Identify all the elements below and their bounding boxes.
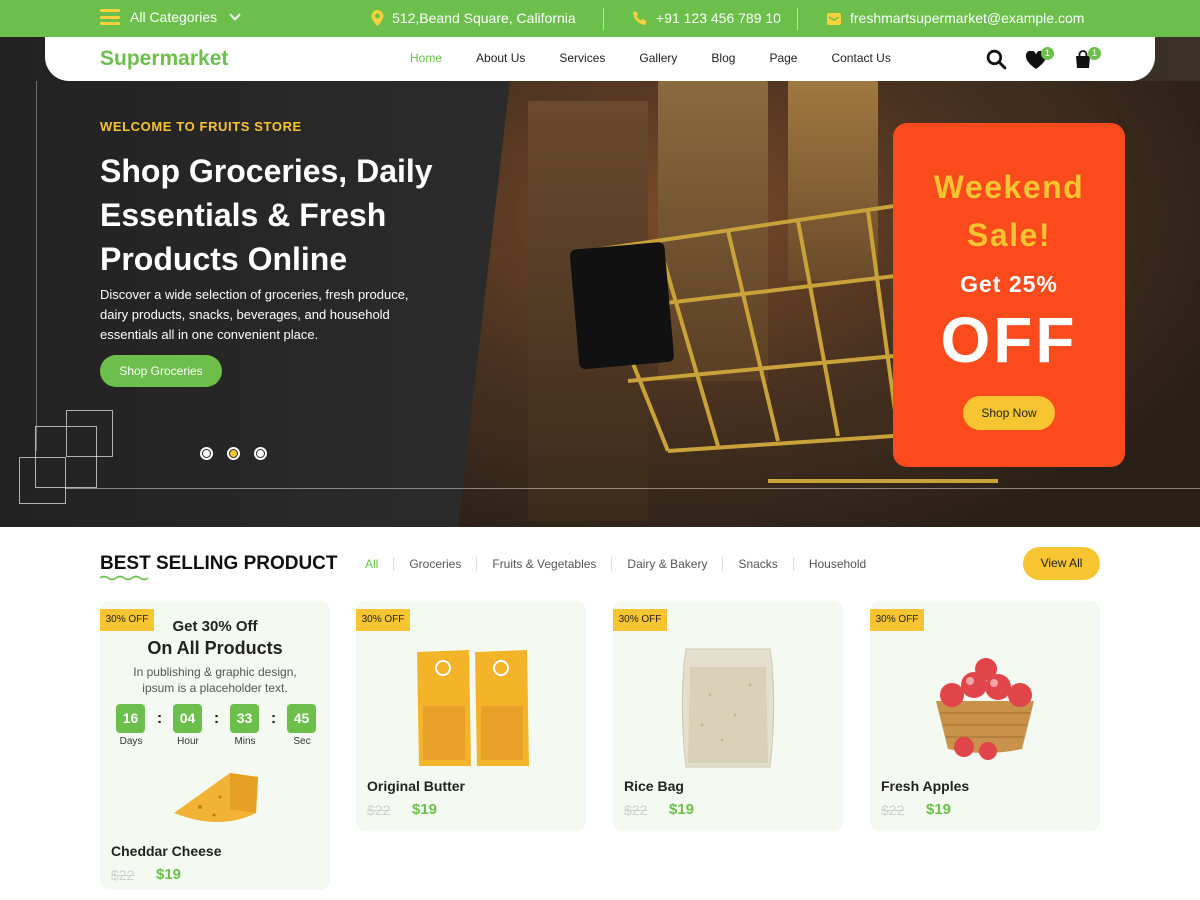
nav-item-contact[interactable]: Contact Us	[831, 51, 890, 65]
countdown-minutes-label: Mins	[234, 736, 256, 747]
sale-off-text: OFF	[940, 304, 1078, 376]
countdown-seconds-label: Sec	[293, 736, 311, 747]
main-navbar: Supermarket Home About Us Services Galle…	[45, 37, 1155, 81]
menu-icon	[100, 9, 120, 25]
site-logo[interactable]: Supermarket	[100, 47, 228, 71]
title-underline-decoration	[100, 575, 149, 581]
location-pin-icon	[371, 10, 384, 26]
product-name[interactable]: Fresh Apples	[881, 778, 969, 794]
product-price: $19	[412, 801, 438, 818]
product-name[interactable]: Original Butter	[367, 778, 465, 794]
countdown-timer: 16 Days : 04 Hour : 33 Mins : 45 Sec	[116, 704, 317, 747]
nav-item-home[interactable]: Home	[410, 51, 442, 65]
product-filters: All Groceries Fruits & Vegetables Dairy …	[365, 557, 881, 571]
main-menu: Home About Us Services Gallery Blog Page…	[410, 51, 891, 65]
product-price: $19	[156, 866, 182, 883]
product-name[interactable]: Cheddar Cheese	[111, 843, 221, 859]
product-card[interactable]: 30% OFF Fresh Apples $22 $19	[870, 601, 1100, 831]
email-text: freshmartsupermarket@example.com	[850, 10, 1085, 26]
product-card[interactable]: 30% OFF Rice Bag $22 $19	[613, 601, 843, 831]
nav-item-gallery[interactable]: Gallery	[639, 51, 677, 65]
carousel-dot-3[interactable]	[254, 447, 267, 460]
hero-headline: Shop Groceries, Daily Essentials & Fresh…	[100, 153, 433, 277]
discount-tag: 30% OFF	[356, 609, 410, 631]
best-selling-title: BEST SELLING PRODUCT	[100, 553, 338, 574]
product-old-price: $22	[624, 802, 648, 818]
filter-groceries[interactable]: Groceries	[394, 557, 476, 571]
product-price: $19	[669, 801, 695, 818]
weekend-sale-card: Weekend Sale! Get 25% OFF Shop Now	[893, 123, 1125, 467]
countdown-hours-label: Hour	[177, 736, 199, 747]
shop-now-button[interactable]: Shop Now	[963, 396, 1055, 430]
product-old-price: $22	[367, 802, 391, 818]
sale-title: Weekend Sale!	[933, 169, 1085, 253]
phone-text: +91 123 456 789 10	[656, 10, 781, 26]
cart-count-badge: 1	[1088, 47, 1101, 60]
filter-fruits-vegetables[interactable]: Fruits & Vegetables	[477, 557, 611, 571]
hero-description: Discover a wide selection of groceries, …	[100, 287, 409, 342]
chevron-down-icon	[229, 9, 241, 21]
all-categories-dropdown[interactable]: All Categories	[100, 9, 241, 25]
nav-item-services[interactable]: Services	[559, 51, 605, 65]
discount-tag: 30% OFF	[613, 609, 667, 631]
product-name[interactable]: Rice Bag	[624, 778, 684, 794]
search-icon[interactable]	[986, 49, 1007, 70]
view-all-button[interactable]: View All	[1023, 547, 1100, 580]
countdown-days: 16	[116, 704, 145, 733]
top-bar: All Categories 512,Beand Square, Califor…	[0, 0, 1200, 37]
email-info[interactable]: freshmartsupermarket@example.com	[826, 10, 1084, 26]
carousel-dot-1[interactable]	[200, 447, 213, 460]
rice-bag-image	[681, 648, 775, 768]
countdown-seconds: 45	[287, 704, 316, 733]
phone-info[interactable]: +91 123 456 789 10	[632, 10, 781, 26]
nav-item-about[interactable]: About Us	[476, 51, 525, 65]
hero-banner: WELCOME TO FRUITS STORE Shop Groceries, …	[0, 37, 1200, 527]
shop-groceries-button[interactable]: Shop Groceries	[100, 355, 222, 387]
product-old-price: $22	[881, 802, 905, 818]
sale-subtitle: Get 25%	[960, 271, 1058, 297]
filter-all[interactable]: All	[365, 557, 393, 571]
countdown-hours: 04	[173, 704, 202, 733]
promo-heading: Get 30% Off	[172, 618, 258, 635]
phone-icon	[633, 11, 647, 25]
filter-dairy-bakery[interactable]: Dairy & Bakery	[612, 557, 722, 571]
filter-household[interactable]: Household	[794, 557, 881, 571]
apple-basket-image	[936, 658, 1034, 760]
carousel-dot-2[interactable]	[227, 447, 240, 460]
email-icon	[827, 12, 841, 25]
promo-product-card[interactable]: 30% OFF Get 30% Off On All Products In p…	[100, 601, 330, 890]
discount-tag: 30% OFF	[870, 609, 924, 631]
wishlist-count-badge: 1	[1041, 47, 1054, 60]
product-price: $19	[926, 801, 952, 818]
promo-subheading: On All Products	[147, 638, 283, 658]
nav-item-blog[interactable]: Blog	[711, 51, 735, 65]
carousel-dots	[200, 447, 267, 460]
hero-eyebrow: WELCOME TO FRUITS STORE	[100, 119, 302, 134]
product-card[interactable]: 30% OFF Original Butter $22 $19	[356, 601, 586, 831]
countdown-days-label: Days	[119, 736, 143, 747]
cheese-image	[174, 773, 258, 822]
nav-item-page[interactable]: Page	[769, 51, 797, 65]
countdown-minutes: 33	[230, 704, 259, 733]
all-categories-label: All Categories	[130, 9, 218, 25]
filter-snacks[interactable]: Snacks	[723, 557, 792, 571]
product-old-price: $22	[111, 867, 135, 883]
address-info: 512,Beand Square, California	[371, 10, 576, 26]
promo-description: In publishing & graphic design, ipsum is…	[133, 665, 297, 695]
address-text: 512,Beand Square, California	[392, 10, 576, 26]
butter-pack-image	[417, 650, 529, 766]
